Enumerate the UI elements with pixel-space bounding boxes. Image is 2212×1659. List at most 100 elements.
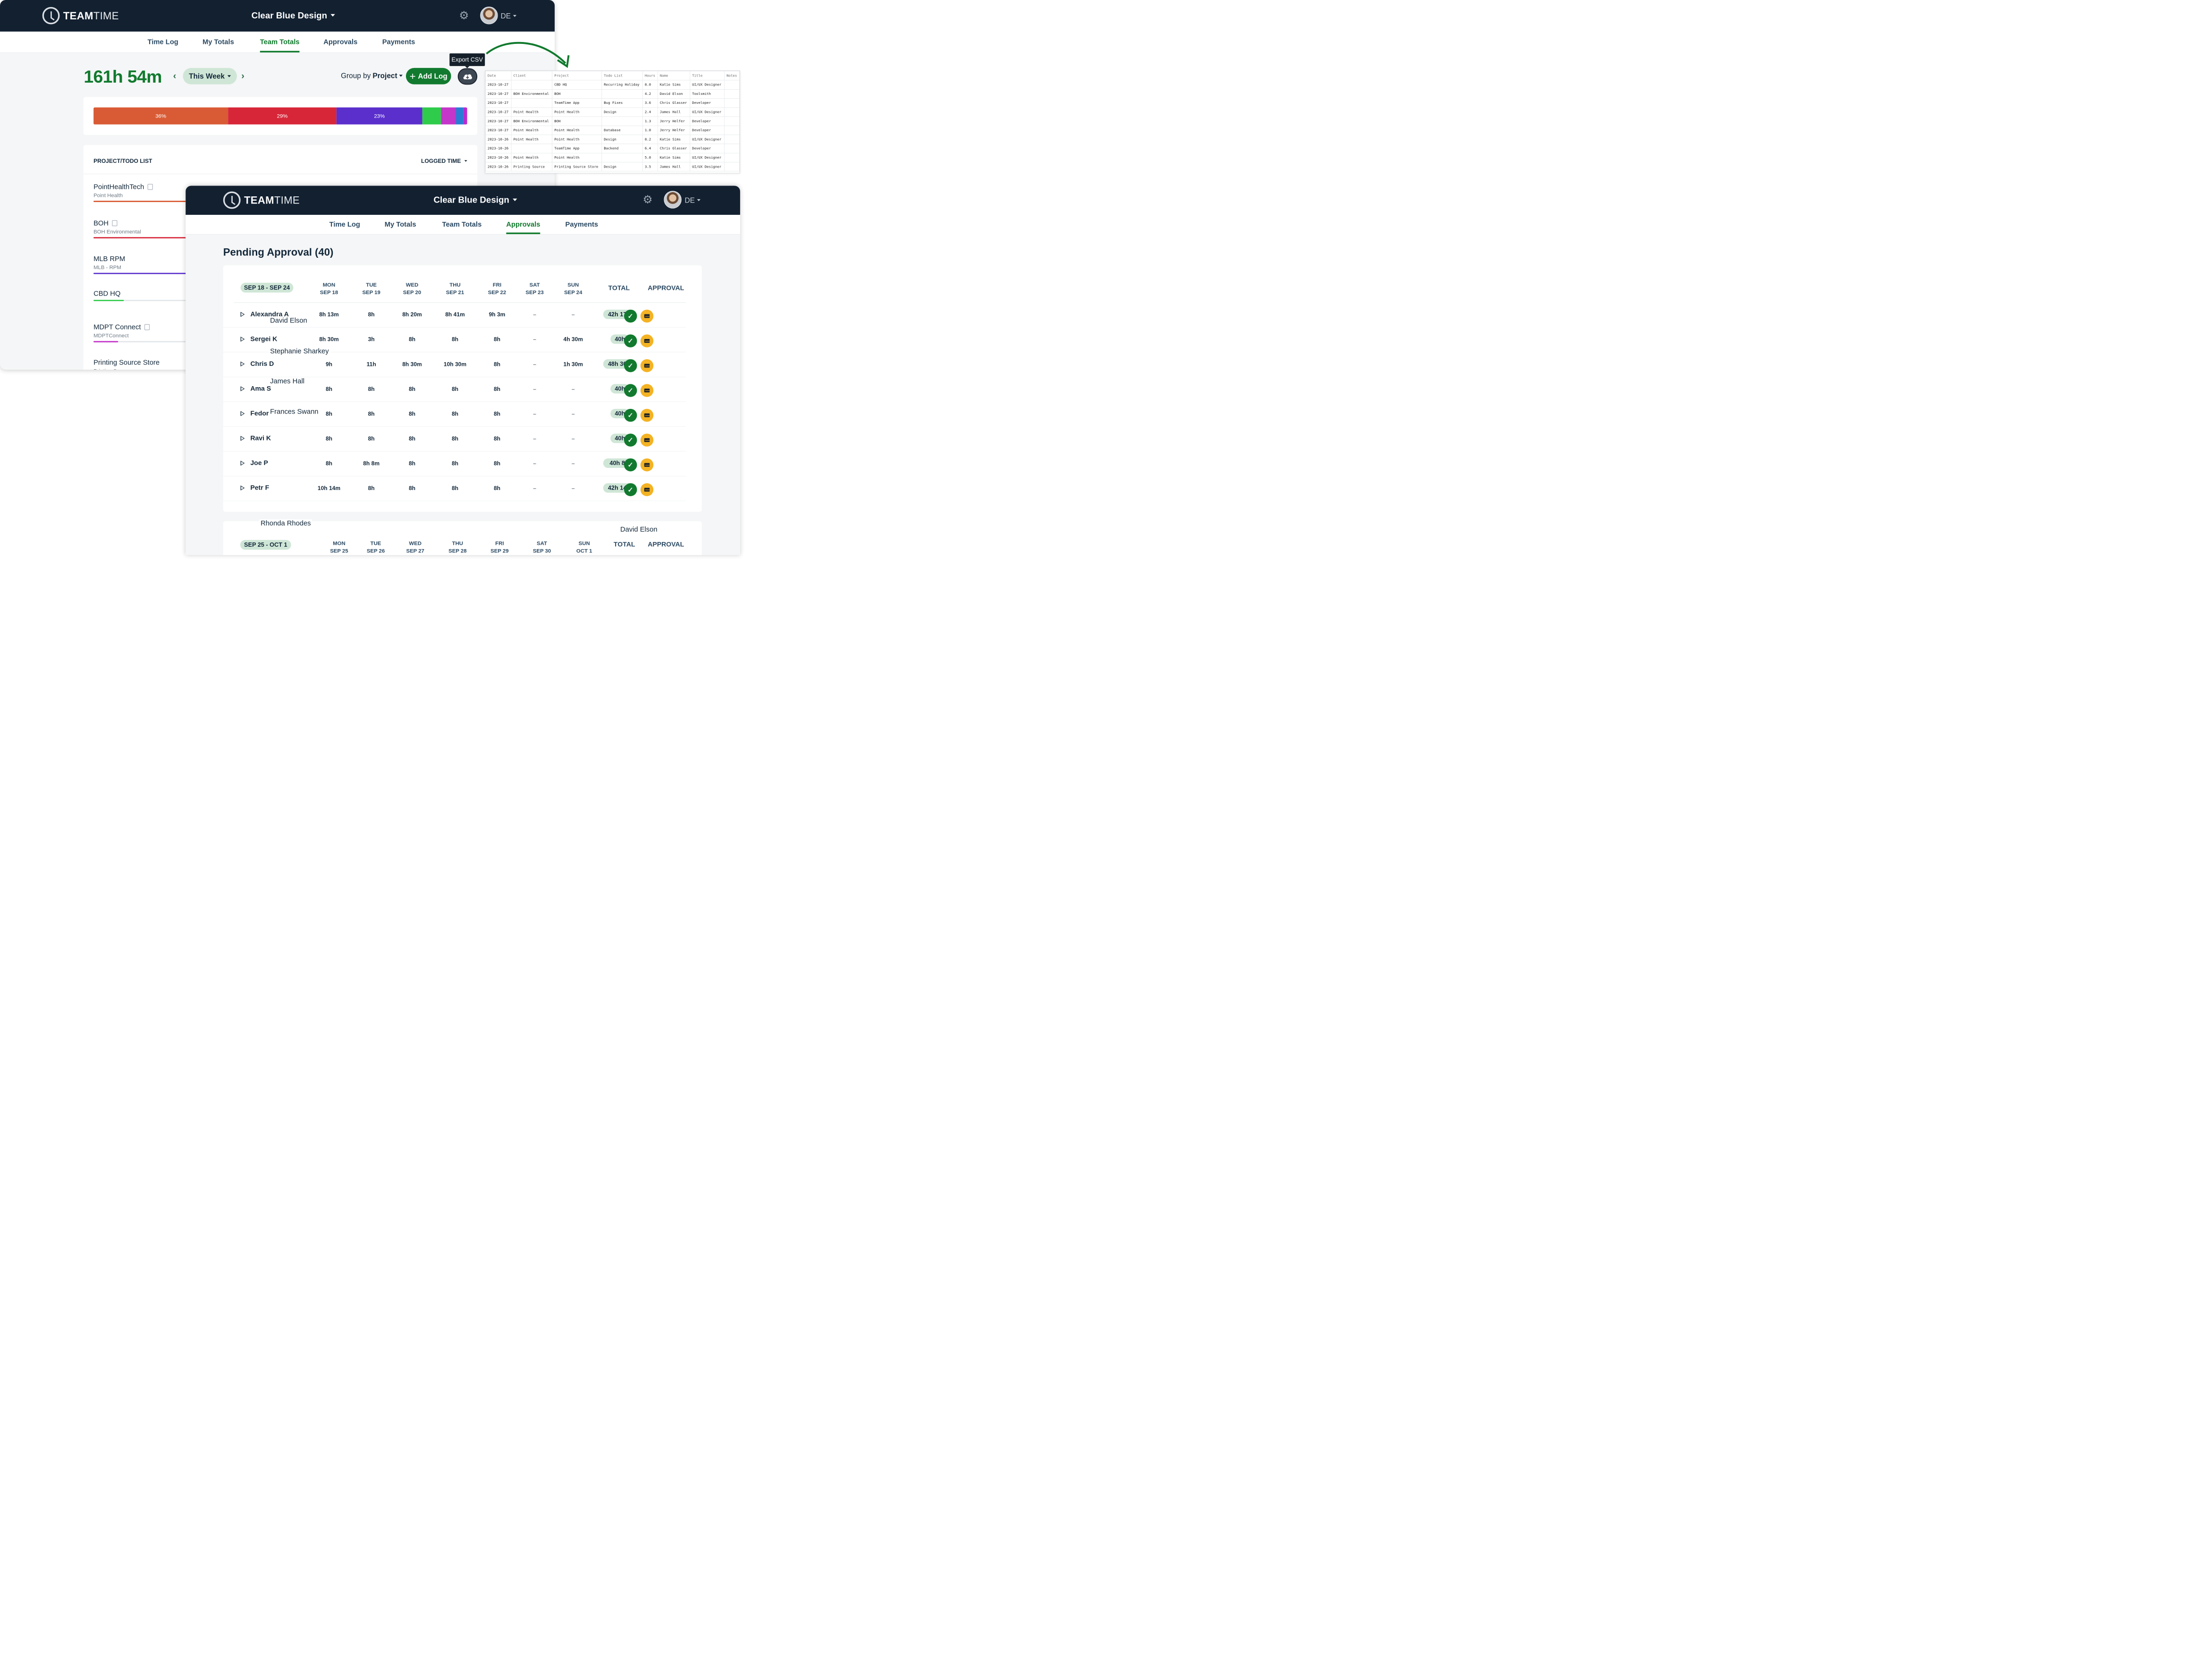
check-icon[interactable]: ✓ [624,433,637,447]
csv-cell: 6.4 [642,144,658,153]
user-menu[interactable]: DE [501,12,517,20]
envelope-icon[interactable] [640,384,654,397]
table-row[interactable]: Chris D 9h 11h 8h 30m 10h 30m 8h –1h 30m 48h 30… [223,352,686,377]
tab-time-log[interactable]: Time Log [329,215,360,234]
table-row[interactable]: Ravi K 8h 8h 8h 8h 8h – –40h ✓ [223,427,686,452]
envelope-icon[interactable] [640,359,654,372]
day-hours: 8h [493,361,501,367]
group-by-value: Project [372,71,397,80]
csv-row: 2023-10-27 CBD HQ Recurring Holiday 8.0 Kati… [485,80,740,90]
csv-cell: 1.0 [642,125,658,135]
check-icon[interactable]: ✓ [624,334,637,347]
bar-segment[interactable] [456,107,464,125]
expand-triangle-icon[interactable] [240,485,245,491]
csv-header-cell: Todo List [601,71,643,81]
project-name: CBD HQ [93,289,121,298]
export-csv-button[interactable] [457,68,478,85]
app-logo[interactable]: TEAMTIME [223,191,300,209]
expand-triangle-icon[interactable] [240,361,245,367]
add-log-button[interactable]: + Add Log [405,68,451,85]
brand-strong: TEAM [244,194,274,206]
csv-cell: 3.6 [642,98,658,108]
tab-my-totals[interactable]: My Totals [385,215,416,234]
csv-cell: BOH [552,89,602,99]
tab-approvals[interactable]: Approvals [506,215,540,234]
envelope-icon[interactable] [640,458,654,472]
csv-cell: Point Health [552,135,602,144]
day-date: SEP 23 [525,289,544,296]
tab-payments[interactable]: Payments [382,32,415,52]
user-menu[interactable]: DE [684,196,701,204]
tab-payments[interactable]: Payments [566,215,599,234]
avatar[interactable] [664,191,682,209]
expand-triangle-icon[interactable] [240,337,245,342]
envelope-icon[interactable] [640,309,654,323]
check-icon[interactable]: ✓ [624,483,637,496]
table-row[interactable]: Petr F 10h 14m 8h 8h 8h 8h – –42h 14m ✓ [223,476,686,501]
envelope-icon[interactable] [640,334,654,347]
day-hours: 8h [408,410,415,417]
csv-preview: Date Client Project Todo List Hours Name Title… [485,70,740,174]
bar-segment[interactable]: 23% [336,107,422,125]
gear-icon[interactable]: ⚙ [459,10,469,21]
week-selector[interactable]: This Week [183,68,237,85]
envelope-icon[interactable] [640,483,654,496]
csv-cell: 2023-10-27 [485,98,512,108]
expand-triangle-icon[interactable] [240,436,245,441]
bar-segment[interactable] [422,107,441,125]
approvals-window: TEAMTIME Clear Blue Design ⚙ DE Time Log… [186,186,740,555]
tab-team-totals[interactable]: Team Totals [442,215,482,234]
company-switcher[interactable]: Clear Blue Design [252,10,335,20]
day-name: SUN [567,281,579,288]
note-icon[interactable] [144,324,150,330]
expand-triangle-icon[interactable] [240,386,245,391]
chevron-right-icon[interactable]: › [241,70,244,81]
csv-header-cell: Project [552,71,602,81]
tab-time-log[interactable]: Time Log [148,32,178,52]
tab-approvals[interactable]: Approvals [323,32,357,52]
bar-segment[interactable]: 36% [93,107,228,125]
gear-icon[interactable]: ⚙ [642,194,652,205]
add-log-label: Add Log [418,72,447,80]
csv-cell: Design [601,135,643,144]
project-name: PointHealthTech [93,183,144,191]
csv-cell: UI/UX Designer [690,107,725,117]
check-icon[interactable]: ✓ [624,359,637,372]
tab-my-totals[interactable]: My Totals [203,32,234,52]
overlay-name: Stephanie Sharkey [269,347,330,356]
day-name: SAT [537,540,547,547]
note-icon[interactable] [147,184,153,190]
tab-team-totals[interactable]: Team Totals [260,32,300,53]
day-column-header: SUN SEP 24 [556,281,591,296]
csv-cell: Backend [601,144,643,153]
day-hours: 10h 30m [443,361,467,367]
company-name: Clear Blue Design [433,195,509,205]
app-logo[interactable]: TEAMTIME [42,7,119,25]
bar-segment[interactable]: 29% [228,107,337,125]
expand-triangle-icon[interactable] [240,312,245,317]
envelope-icon[interactable] [640,408,654,422]
logged-time-sort[interactable]: LOGGED TIME [421,158,467,164]
day-date: SEP 30 [532,548,551,554]
day-hours: 8h [325,435,332,442]
expand-triangle-icon[interactable] [240,411,245,416]
check-icon[interactable]: ✓ [624,458,637,472]
check-icon[interactable]: ✓ [624,384,637,397]
envelope-icon[interactable] [640,433,654,447]
note-icon[interactable] [112,220,118,227]
day-hours: 8h [451,460,459,467]
bar-segment[interactable] [463,107,467,125]
bar-segment[interactable] [441,107,456,125]
chevron-down-icon [227,75,231,77]
chevron-left-icon[interactable]: ‹ [173,70,176,81]
expand-triangle-icon[interactable] [240,460,245,466]
day-hours: – [571,435,575,442]
project-name: BOH [93,219,109,227]
check-icon[interactable]: ✓ [624,309,637,323]
check-icon[interactable]: ✓ [624,408,637,422]
table-row[interactable]: Joe P 8h 8h 8m 8h 8h 8h – –40h 8m ✓ [223,451,686,476]
project-list-header: PROJECT/TODO LIST [93,157,152,164]
company-switcher[interactable]: Clear Blue Design [433,195,517,205]
avatar[interactable] [480,7,498,25]
group-by-selector[interactable]: Group by Project [341,71,403,80]
